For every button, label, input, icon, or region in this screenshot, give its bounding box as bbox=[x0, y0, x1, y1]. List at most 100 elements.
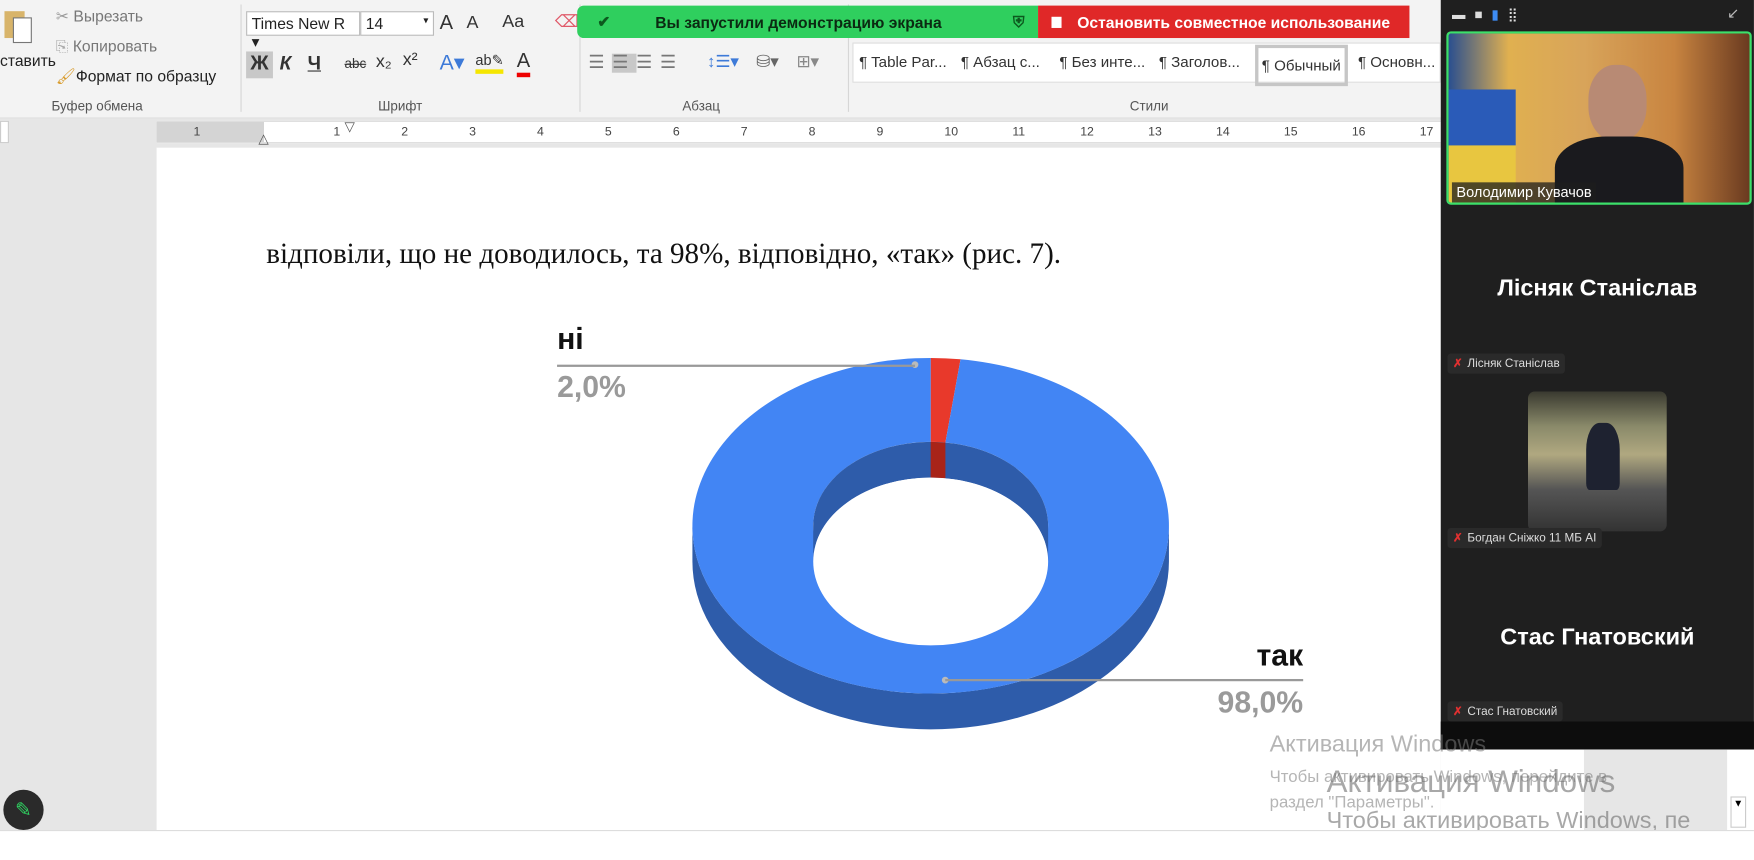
paragraph-group-label: Абзац bbox=[682, 98, 721, 115]
label-no-value: 2,0% bbox=[557, 370, 626, 404]
annotate-pencil-button[interactable]: ✎ bbox=[3, 789, 44, 831]
font-size-value: 14 bbox=[365, 14, 384, 33]
participant-name-large: Стас Гнатовский bbox=[1500, 624, 1695, 650]
subscript-button[interactable]: x₂ bbox=[376, 53, 392, 73]
line-spacing-icon[interactable]: ↕☰▾ bbox=[707, 51, 739, 72]
label-yes-value: 98,0% bbox=[1217, 685, 1304, 720]
ruler-tick-label: 4 bbox=[537, 125, 544, 139]
participant-tag-label: Стас Гнатовский bbox=[1467, 704, 1558, 719]
ruler-tick-label: 17 bbox=[1419, 125, 1434, 139]
ruler-tick-label: 6 bbox=[672, 125, 680, 139]
speaker-name-tag: Володимир Кувачов bbox=[1451, 182, 1597, 203]
ruler-tick-label: 1 bbox=[193, 125, 201, 139]
donut-chart bbox=[692, 357, 1169, 730]
borders-icon[interactable]: ⊞▾ bbox=[796, 51, 818, 72]
copy-button[interactable]: ⎘ Копировать bbox=[56, 37, 157, 56]
grow-font-button[interactable]: A bbox=[440, 11, 453, 34]
screen-share-status-bar[interactable]: ✔ Вы запустили демонстрацию экрана ⛨ bbox=[577, 5, 1039, 39]
scrollbar-down-button[interactable]: ▼ bbox=[1730, 796, 1747, 828]
font-size-select[interactable]: 14 ▾ bbox=[360, 11, 435, 36]
ruler-tick-label: 14 bbox=[1216, 125, 1230, 139]
muted-mic-icon: ✗ bbox=[1453, 531, 1463, 545]
leader-line-no bbox=[557, 364, 916, 367]
tab-selector[interactable] bbox=[0, 120, 9, 144]
ruler-tick-label: 16 bbox=[1351, 125, 1366, 139]
strikethrough-button[interactable]: abc bbox=[345, 56, 367, 72]
style-normal[interactable]: ¶ Обычный bbox=[1255, 44, 1348, 87]
highlight-icon[interactable]: ab✎ bbox=[475, 51, 504, 74]
share-icon: ✔ bbox=[597, 12, 611, 31]
collapse-icon[interactable]: ↙ bbox=[1727, 4, 1739, 22]
muted-mic-icon: ✗ bbox=[1453, 356, 1463, 371]
ruler-tick-label: 11 bbox=[1012, 125, 1026, 139]
ruler-tick-label: 15 bbox=[1283, 125, 1298, 139]
underline-button[interactable]: Ч bbox=[308, 53, 321, 75]
ruler-tick-label: 7 bbox=[740, 125, 748, 139]
label-no-category: ні bbox=[557, 322, 584, 356]
superscript-button[interactable]: x² bbox=[403, 50, 418, 70]
participant-avatar-photo bbox=[1528, 391, 1667, 532]
participant-tag: ✗ Богдан Сніжко 11 МБ АІ bbox=[1447, 527, 1602, 549]
clear-formatting-icon[interactable]: ⌫ bbox=[555, 11, 579, 31]
ruler-tick-label: 9 bbox=[876, 125, 884, 139]
paste-icon[interactable] bbox=[0, 7, 45, 44]
ruler-tick-label: 3 bbox=[469, 125, 476, 139]
stop-sharing-label: Остановить совместное использование bbox=[1077, 12, 1391, 31]
participant-tag-label: Богдан Сніжко 11 МБ АІ bbox=[1467, 531, 1597, 545]
cut-label: Вырезать bbox=[73, 6, 144, 25]
participant-tag: ✗ Лісняк Станіслав bbox=[1447, 353, 1566, 374]
first-line-indent-marker[interactable]: ▽ bbox=[345, 119, 355, 135]
text-effects-icon[interactable]: A▾ bbox=[440, 50, 465, 76]
style-no-spacing[interactable]: ¶ Без инте... bbox=[1059, 54, 1145, 71]
zoom-participants-panel: ▬■▮⣿ ↙ Володимир Кувачов Лісняк Станісла… bbox=[1440, 0, 1754, 750]
bold-button[interactable]: Ж bbox=[246, 51, 273, 79]
clipboard-group-label: Буфер обмена bbox=[51, 98, 143, 115]
font-name-select[interactable]: Times New R ▾ bbox=[246, 11, 361, 50]
style-list-paragraph[interactable]: ¶ Абзац с... bbox=[961, 54, 1040, 71]
scissors-icon: ✂ bbox=[55, 6, 74, 25]
horizontal-ruler[interactable]: 1 1 2 3 4 5 6 7 8 9 10 11 12 13 14 15 16 17 ▽ △ bbox=[156, 119, 1441, 147]
styles-group-label: Стили bbox=[1129, 98, 1169, 115]
copy-icon: ⎘ bbox=[55, 36, 73, 55]
donut-hole bbox=[813, 477, 1049, 646]
ruler-tick-label: 13 bbox=[1148, 125, 1162, 139]
ruler-tick-label: 1 bbox=[333, 125, 341, 139]
shrink-font-button[interactable]: A bbox=[466, 13, 478, 33]
format-painter-button[interactable]: 🖌Формат по образцу bbox=[56, 67, 216, 86]
shield-icon: ⛨ bbox=[1012, 12, 1025, 31]
activation-watermark-title: Активация Windows bbox=[1269, 731, 1487, 758]
italic-button[interactable]: К bbox=[280, 53, 292, 75]
style-body-text[interactable]: ¶ Основн... bbox=[1358, 54, 1435, 71]
font-group-label: Шрифт bbox=[378, 98, 423, 115]
ruler-tick-label: 8 bbox=[808, 125, 816, 139]
active-speaker-video[interactable]: Володимир Кувачов bbox=[1446, 31, 1752, 205]
cut-button[interactable]: ✂ Вырезать bbox=[56, 7, 143, 26]
brush-icon: 🖌 bbox=[55, 67, 76, 86]
share-status-text: Вы запустили демонстрацию экрана bbox=[655, 12, 942, 31]
shading-icon[interactable]: ⛁▾ bbox=[756, 51, 778, 72]
paste-button[interactable]: ставить bbox=[0, 51, 56, 69]
participant-tag-label: Лісняк Станіслав bbox=[1467, 356, 1560, 371]
left-indent-marker[interactable]: △ bbox=[258, 131, 268, 147]
stop-icon bbox=[1051, 16, 1062, 28]
style-heading[interactable]: ¶ Заголов... bbox=[1159, 54, 1240, 71]
align-buttons[interactable]: ☰☰☰☰ bbox=[588, 51, 684, 73]
ruler-tick-label: 12 bbox=[1080, 125, 1094, 139]
stop-sharing-button[interactable]: Остановить совместное использование bbox=[1038, 5, 1410, 39]
view-toggle-icons[interactable]: ▬■▮⣿ bbox=[1452, 7, 1527, 23]
change-case-button[interactable]: Aa bbox=[502, 12, 524, 32]
activation-watermark-title: Активация Windows bbox=[1326, 764, 1616, 799]
ruler-tick-label: 2 bbox=[401, 125, 409, 139]
donut-inner-wall-no bbox=[930, 441, 946, 479]
participant-name-large: Лісняк Станіслав bbox=[1497, 275, 1698, 301]
style-table-paragraph[interactable]: ¶ Table Par... bbox=[859, 54, 947, 71]
copy-label: Копировать bbox=[72, 36, 158, 55]
font-name-value: Times New R bbox=[251, 14, 346, 33]
ruler-tick-label: 10 bbox=[944, 125, 959, 139]
ruler-tick-label: 5 bbox=[604, 125, 612, 139]
leader-line-yes bbox=[945, 678, 1304, 682]
document-paragraph: відповіли, що не доводилось, та 98%, від… bbox=[266, 237, 1062, 270]
muted-mic-icon: ✗ bbox=[1453, 704, 1463, 719]
label-yes-category: так bbox=[1256, 638, 1304, 673]
font-color-icon[interactable]: A bbox=[516, 49, 531, 78]
